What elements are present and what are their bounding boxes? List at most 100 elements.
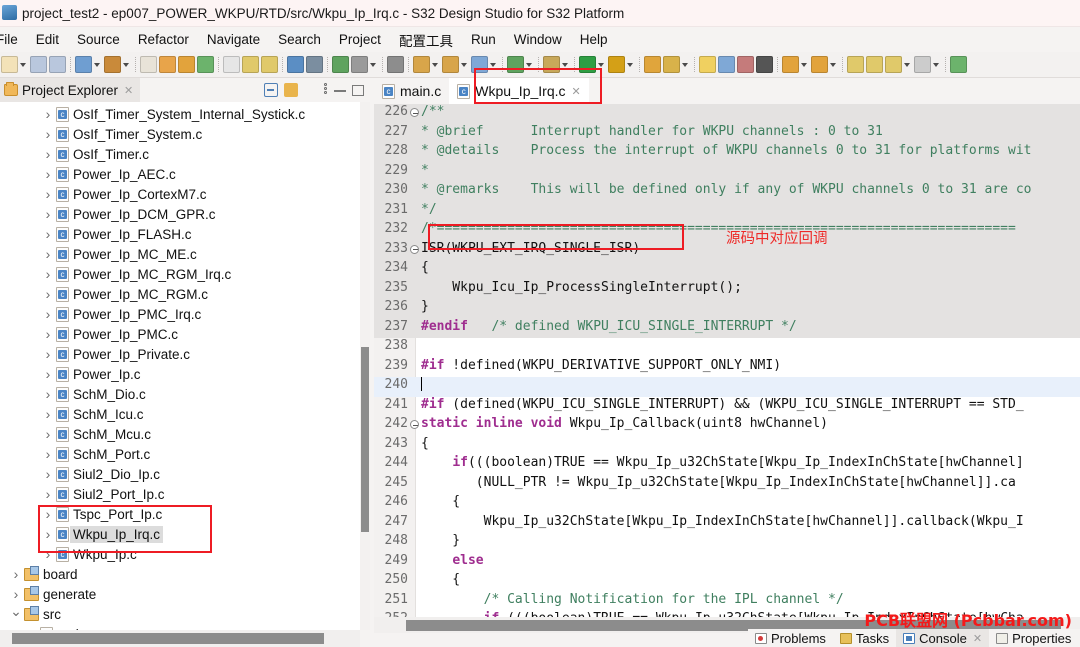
no-entry-icon[interactable] (75, 56, 92, 73)
tree-item-power-ip-pmc-irq-c[interactable]: Power_Ip_PMC_Irq.c (0, 304, 360, 324)
forward-arrow-icon[interactable] (866, 56, 883, 73)
tree-item-generate[interactable]: generate (0, 584, 360, 604)
dropdown-arrow-icon[interactable] (800, 56, 809, 73)
debug-config-icon[interactable] (507, 56, 524, 73)
fold-collapse-icon[interactable] (410, 108, 419, 117)
code-line[interactable]: 250 { (374, 572, 1080, 592)
new-source-icon[interactable] (471, 56, 488, 73)
tree-item-power-ip-private-c[interactable]: Power_Ip_Private.c (0, 344, 360, 364)
terminal-icon[interactable] (287, 56, 304, 73)
code-line[interactable]: 237 #endif /* defined WKPU_ICU_SINGLE_INT… (374, 318, 1080, 338)
code-line[interactable]: 238 (374, 338, 1080, 358)
export-icon[interactable] (718, 56, 735, 73)
tree-item-power-ip-mc-rgm-c[interactable]: Power_Ip_MC_RGM.c (0, 284, 360, 304)
code-line[interactable]: 239 #if !defined(WKPU_DERIVATIVE_SUPPORT_… (374, 358, 1080, 378)
dropdown-arrow-icon[interactable] (932, 56, 941, 73)
dropdown-arrow-icon[interactable] (489, 56, 498, 73)
chevron-down-icon[interactable] (8, 607, 24, 622)
tree-item-power-ip-aec-c[interactable]: Power_Ip_AEC.c (0, 164, 360, 184)
chevron-right-icon[interactable] (40, 107, 56, 122)
source-editor[interactable]: 226 /** 227 * @brief Interrupt handler for … (374, 104, 1080, 617)
maximize-icon[interactable] (352, 84, 364, 96)
code-line[interactable]: 234 { (374, 260, 1080, 280)
code-line[interactable]: 240 (374, 377, 1080, 397)
chevron-right-icon[interactable] (40, 247, 56, 262)
close-icon[interactable]: ✕ (973, 632, 982, 645)
menu-item-refactor[interactable]: Refactor (129, 30, 198, 49)
tree-item-power-ip-dcm-gpr-c[interactable]: Power_Ip_DCM_GPR.c (0, 204, 360, 224)
code-line[interactable]: 226 /** (374, 104, 1080, 124)
layers-icon[interactable] (178, 56, 195, 73)
tree-horizontal-scrollbar[interactable] (0, 630, 360, 647)
chevron-right-icon[interactable] (40, 187, 56, 202)
code-line[interactable]: 227 * @brief Interrupt handler for WKPU c… (374, 123, 1080, 143)
new-window-icon[interactable] (197, 56, 214, 73)
dropdown-arrow-icon[interactable] (525, 56, 534, 73)
dropdown-arrow-icon[interactable] (122, 56, 131, 73)
fold-collapse-icon[interactable] (410, 244, 419, 254)
code-line[interactable]: 228 * @details Process the interrupt of W… (374, 143, 1080, 163)
dropdown-arrow-icon[interactable] (903, 56, 912, 73)
search-pin-icon[interactable] (306, 56, 323, 73)
chevron-right-icon[interactable] (40, 547, 56, 562)
open-folder-icon[interactable] (644, 56, 661, 73)
chevron-right-icon[interactable] (40, 527, 56, 542)
debug-bug-icon[interactable] (608, 56, 625, 73)
code-line[interactable]: 236} (374, 299, 1080, 319)
tree-item-wkpu-ip-c[interactable]: Wkpu_Ip.c (0, 544, 360, 564)
dropdown-arrow-icon[interactable] (93, 56, 102, 73)
redo-arrow-icon[interactable] (261, 56, 278, 73)
menu-item-edit[interactable]: Edit (27, 30, 68, 49)
dropdown-arrow-icon[interactable] (829, 56, 838, 73)
chevron-right-icon[interactable] (8, 567, 24, 582)
fold-collapse-icon[interactable] (410, 420, 419, 429)
code-line[interactable]: 230 * @remarks This will be defined only … (374, 182, 1080, 202)
bottom-tab-properties[interactable]: Properties (989, 629, 1078, 647)
view-menu-icon[interactable] (324, 83, 328, 97)
tree-item-power-ip-mc-rgm-irq-c[interactable]: Power_Ip_MC_RGM_Irq.c (0, 264, 360, 284)
down-arrow-icon[interactable] (782, 56, 799, 73)
dropdown-arrow-icon[interactable] (681, 56, 690, 73)
paintbrush-icon[interactable] (663, 56, 680, 73)
chevron-right-icon[interactable] (8, 587, 24, 602)
code-line[interactable]: 247 Wkpu_Ip_u32ChState[Wkpu_Ip_IndexInCh… (374, 514, 1080, 534)
tree-item-wkpu-ip-irq-c[interactable]: Wkpu_Ip_Irq.c (0, 524, 360, 544)
code-line[interactable]: 246 { (374, 494, 1080, 514)
chevron-right-icon[interactable] (40, 367, 56, 382)
menu-item-window[interactable]: Window (505, 30, 571, 49)
bottom-tab-console[interactable]: Console ✕ (896, 629, 990, 647)
chevron-right-icon[interactable] (40, 327, 56, 342)
tree-item-board[interactable]: board (0, 564, 360, 584)
tab-project-explorer[interactable]: Project Explorer ✕ (0, 78, 141, 102)
pilcrow-icon[interactable] (756, 56, 773, 73)
bottom-tab-problems[interactable]: Problems (748, 629, 833, 647)
tree-horizontal-scroll-thumb[interactable] (12, 633, 324, 644)
link-with-editor-icon[interactable] (284, 83, 298, 97)
tree-vertical-scroll-thumb[interactable] (361, 347, 369, 532)
chevron-right-icon[interactable] (40, 507, 56, 522)
highlight-icon[interactable] (699, 56, 716, 73)
bottom-tab-tasks[interactable]: Tasks (833, 629, 896, 647)
menu-item-source[interactable]: Source (68, 30, 129, 49)
tree-vertical-scrollbar[interactable] (360, 102, 370, 630)
gear-run-icon[interactable] (543, 56, 560, 73)
code-line[interactable]: 244 if(((boolean)TRUE == Wkpu_Ip_u32ChSt… (374, 455, 1080, 475)
menu-item-help[interactable]: Help (571, 30, 617, 49)
code-content[interactable]: 226 /** 227 * @brief Interrupt handler for … (374, 104, 1080, 617)
menu-item-file[interactable]: File (0, 30, 27, 49)
menu-item-search[interactable]: Search (269, 30, 330, 49)
chevron-right-icon[interactable] (40, 147, 56, 162)
new-header-icon[interactable] (442, 56, 459, 73)
tree-item-siul2-port-ip-c[interactable]: Siul2_Port_Ip.c (0, 484, 360, 504)
refresh-green-icon[interactable] (332, 56, 349, 73)
prev-arrow-icon[interactable] (885, 56, 902, 73)
code-line[interactable]: 241 #if (defined(WKPU_ICU_SINGLE_INTERRUP… (374, 397, 1080, 417)
chevron-right-icon[interactable] (40, 127, 56, 142)
up-arrow-icon[interactable] (811, 56, 828, 73)
new-c-class-icon[interactable] (413, 56, 430, 73)
tree-item-schm-port-c[interactable]: SchM_Port.c (0, 444, 360, 464)
tree-item-src[interactable]: src (0, 604, 360, 624)
chevron-right-icon[interactable] (40, 387, 56, 402)
chevron-right-icon[interactable] (40, 447, 56, 462)
tree-item-osif-timer-system-c[interactable]: OsIf_Timer_System.c (0, 124, 360, 144)
